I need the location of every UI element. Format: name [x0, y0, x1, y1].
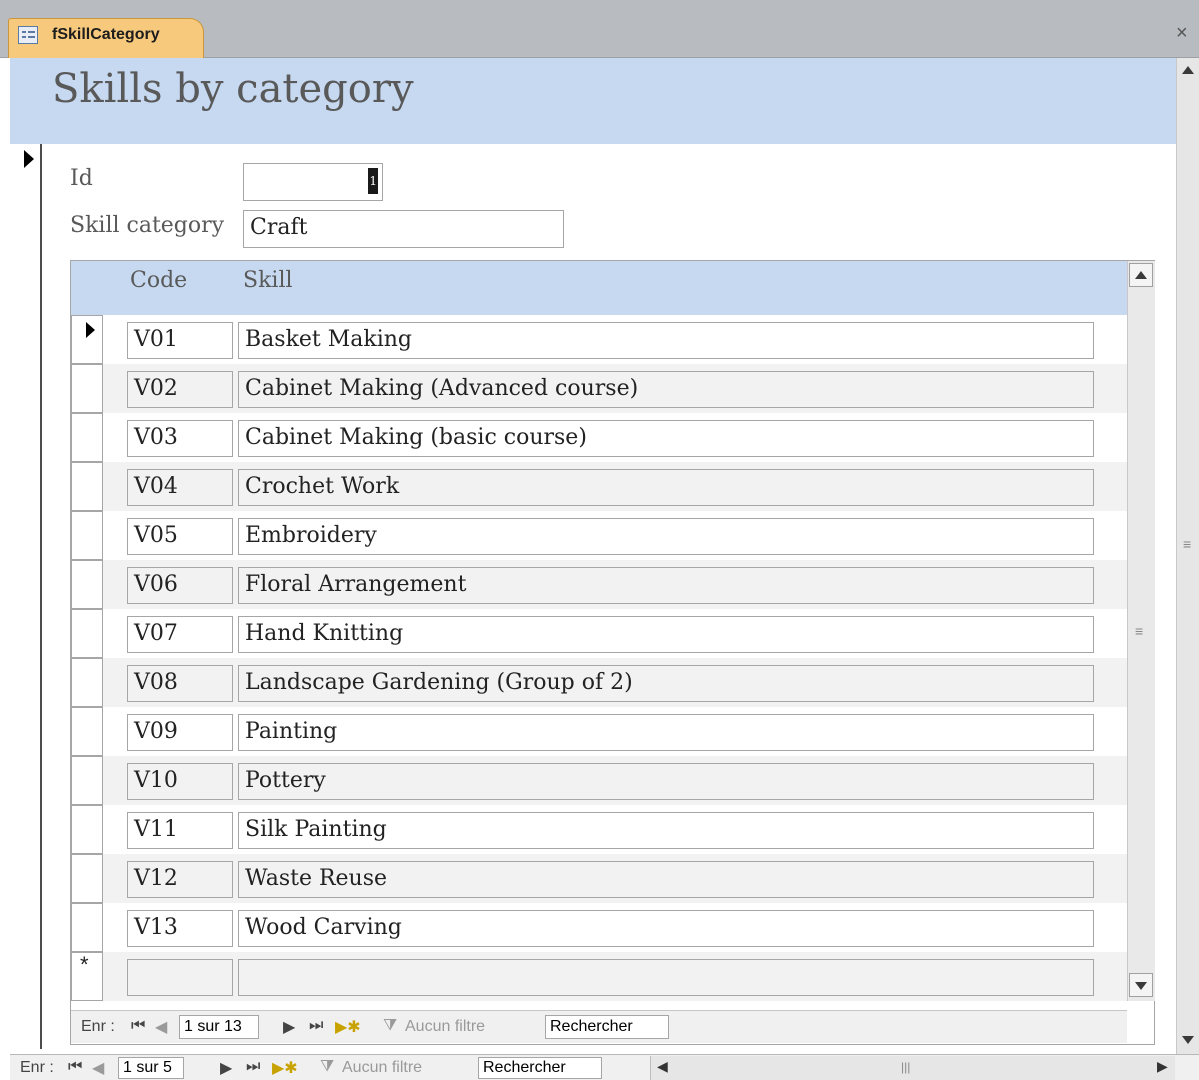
scroll-right-icon[interactable]: ▶: [1157, 1058, 1168, 1075]
scroll-down-icon[interactable]: [1182, 1036, 1194, 1044]
code-cell[interactable]: V11: [127, 812, 233, 849]
column-header-code: Code: [130, 268, 188, 293]
id-field[interactable]: 1: [243, 163, 383, 201]
tab-title[interactable]: fSkillCategory: [52, 26, 160, 44]
form-vertical-scrollbar[interactable]: ≡: [1176, 58, 1199, 1054]
row-selector[interactable]: [71, 854, 103, 903]
code-cell[interactable]: V05: [127, 518, 233, 555]
subform-scroll-up-button[interactable]: [1129, 263, 1153, 287]
skill-cell[interactable]: Crochet Work: [238, 469, 1094, 506]
close-icon[interactable]: ×: [1176, 22, 1188, 45]
form-icon: [18, 26, 38, 44]
code-cell[interactable]: V08: [127, 665, 233, 702]
scroll-grip-icon: ≡: [1183, 536, 1192, 552]
id-value: 1: [368, 168, 378, 194]
first-record-icon[interactable]: ⏮: [68, 1058, 82, 1076]
code-cell[interactable]: V07: [127, 616, 233, 653]
skill-category-label: Skill category: [70, 213, 225, 238]
skill-cell[interactable]: Cabinet Making (Advanced course): [238, 371, 1094, 408]
first-record-icon[interactable]: ⏮: [131, 1017, 145, 1035]
form-search-input[interactable]: Rechercher: [478, 1057, 602, 1079]
form-nav-label: Enr :: [20, 1059, 54, 1076]
subform-scroll-down-button[interactable]: [1129, 973, 1153, 997]
skill-cell[interactable]: Cabinet Making (basic course): [238, 420, 1094, 457]
subform-navigation-bar: Enr : ⏮ ◀ 1 sur 13 ▶ ⏭ ▶✱ ⧩ Aucun filtre…: [71, 1010, 1127, 1043]
row-selector[interactable]: [71, 707, 103, 756]
record-selector[interactable]: [10, 144, 42, 1049]
new-record-icon[interactable]: ▶✱: [335, 1017, 361, 1037]
code-cell[interactable]: V03: [127, 420, 233, 457]
skill-cell[interactable]: Painting: [238, 714, 1094, 751]
row-selector[interactable]: [71, 903, 103, 952]
row-selector[interactable]: [71, 658, 103, 707]
column-header-skill: Skill: [243, 268, 293, 293]
page-title: Skills by category: [52, 66, 414, 112]
code-cell[interactable]: V10: [127, 763, 233, 800]
row-selector[interactable]: [71, 511, 103, 560]
form-filter-status[interactable]: Aucun filtre: [342, 1059, 422, 1077]
code-cell[interactable]: V13: [127, 910, 233, 947]
scroll-grip-icon: |||: [901, 1060, 911, 1074]
scroll-up-icon[interactable]: [1182, 66, 1194, 74]
filter-icon[interactable]: ⧩: [320, 1058, 334, 1076]
prev-record-icon[interactable]: ◀: [92, 1058, 104, 1078]
code-cell[interactable]: V06: [127, 567, 233, 604]
code-cell[interactable]: V12: [127, 861, 233, 898]
row-selector[interactable]: [71, 364, 103, 413]
row-selector[interactable]: [71, 560, 103, 609]
last-record-icon[interactable]: ⏭: [246, 1058, 260, 1076]
subform-header: [71, 261, 1127, 315]
skill-cell[interactable]: Silk Painting: [238, 812, 1094, 849]
filter-icon[interactable]: ⧩: [383, 1017, 397, 1035]
skill-cell[interactable]: Embroidery: [238, 518, 1094, 555]
scroll-up-icon: [1135, 271, 1147, 279]
skill-cell[interactable]: Hand Knitting: [238, 616, 1094, 653]
subform-nav-label: Enr :: [81, 1018, 115, 1035]
subform-filter-status[interactable]: Aucun filtre: [405, 1018, 485, 1036]
row-selector[interactable]: [71, 805, 103, 854]
form-horizontal-scrollbar[interactable]: ◀ ||| ▶: [650, 1056, 1175, 1080]
code-cell[interactable]: V01: [127, 322, 233, 359]
row-selector[interactable]: [71, 413, 103, 462]
skill-cell[interactable]: Basket Making: [238, 322, 1094, 359]
last-record-icon[interactable]: ⏭: [309, 1017, 323, 1035]
code-cell[interactable]: V04: [127, 469, 233, 506]
skill-cell[interactable]: Landscape Gardening (Group of 2): [238, 665, 1094, 702]
subform-vertical-scrollbar[interactable]: ≡: [1127, 261, 1155, 1001]
prev-record-icon[interactable]: ◀: [155, 1017, 167, 1037]
new-record-icon[interactable]: ▶✱: [272, 1058, 298, 1078]
skill-cell[interactable]: Waste Reuse: [238, 861, 1094, 898]
next-record-icon[interactable]: ▶: [283, 1017, 295, 1037]
code-cell[interactable]: V02: [127, 371, 233, 408]
code-cell[interactable]: [127, 959, 233, 996]
subform-search-input[interactable]: Rechercher: [545, 1015, 669, 1039]
scroll-left-icon[interactable]: ◀: [657, 1058, 668, 1075]
row-selector[interactable]: [71, 462, 103, 511]
code-cell[interactable]: V09: [127, 714, 233, 751]
form-record-position[interactable]: 1 sur 5: [118, 1057, 184, 1079]
row-selector[interactable]: [71, 609, 103, 658]
next-record-icon[interactable]: ▶: [220, 1058, 232, 1078]
skill-cell[interactable]: Wood Carving: [238, 910, 1094, 947]
record-pointer-icon: [24, 150, 34, 168]
skill-cell[interactable]: [238, 959, 1094, 996]
skill-category-field[interactable]: Craft: [243, 210, 564, 248]
new-row-marker: *: [80, 952, 89, 977]
subform-record-position[interactable]: 1 sur 13: [179, 1015, 259, 1039]
id-label: Id: [70, 166, 93, 191]
scroll-grip-icon: ≡: [1135, 623, 1144, 639]
skill-cell[interactable]: Floral Arrangement: [238, 567, 1094, 604]
row-selector[interactable]: [71, 756, 103, 805]
skill-cell[interactable]: Pottery: [238, 763, 1094, 800]
scroll-down-icon: [1135, 982, 1147, 990]
record-pointer-icon: [86, 322, 95, 338]
